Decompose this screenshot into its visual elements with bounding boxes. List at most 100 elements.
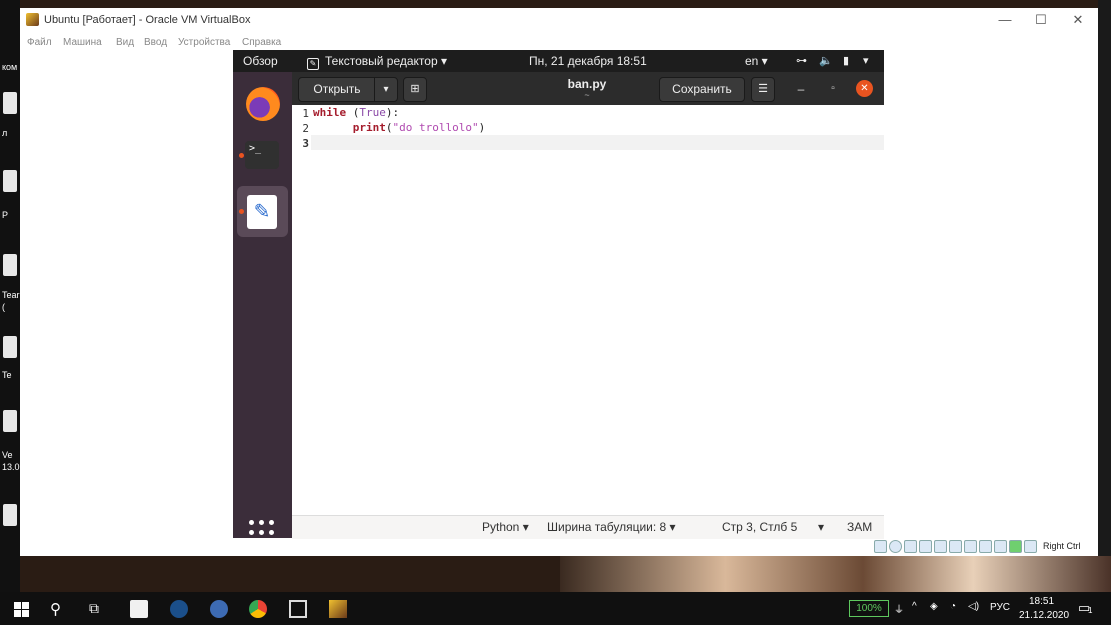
host-key-label: Right Ctrl <box>1043 541 1081 551</box>
search-icon[interactable]: ⚲ <box>50 600 68 618</box>
minimize-button[interactable]: – <box>791 79 811 99</box>
tray-date[interactable]: 21.12.2020 <box>1019 610 1069 621</box>
mouse-integration-icon[interactable] <box>1009 540 1022 553</box>
open-recent-dropdown[interactable]: ▾ <box>374 77 398 102</box>
menu-file[interactable]: Файл <box>27 37 52 48</box>
input-language[interactable]: РУС <box>990 602 1010 613</box>
vm-screen: Обзор ✎ Текстовый редактор ▾ Пн, 21 декаб… <box>233 50 884 545</box>
power-icon[interactable]: ⏚ <box>894 601 904 616</box>
current-line-highlight <box>311 135 884 150</box>
desktop-right-strip <box>1098 0 1111 592</box>
battery-icon[interactable]: ▮ <box>843 54 849 67</box>
display-icon[interactable] <box>964 540 977 553</box>
dock-item-terminal[interactable]: >_ <box>237 129 288 180</box>
notification-count: 1 <box>1088 606 1093 615</box>
usb-icon[interactable] <box>934 540 947 553</box>
video-capture-icon[interactable] <box>979 540 992 553</box>
minimize-button[interactable]: — <box>990 12 1020 28</box>
text-editor-icon: ✎ <box>247 195 277 229</box>
hard-disk-icon[interactable] <box>874 540 887 553</box>
vt-x-icon[interactable] <box>994 540 1007 553</box>
menu-input[interactable]: Ввод <box>144 37 167 48</box>
desktop-icon[interactable] <box>3 170 17 192</box>
editor-headerbar: Открыть ▾ ⊞ ban.py ~ Сохранить ☰ – ▫ ✕ <box>292 72 884 105</box>
audio-icon[interactable] <box>904 540 917 553</box>
battery-indicator[interactable]: 100% <box>849 600 889 617</box>
app-menu-label: Текстовый редактор ▾ <box>325 54 447 68</box>
volume-icon[interactable]: 🔈 <box>819 54 833 67</box>
dock-item-text-editor[interactable]: ✎ <box>237 186 288 237</box>
wifi-icon[interactable]: ◔ <box>950 601 956 612</box>
virtualbox-vm-icon[interactable] <box>329 600 347 618</box>
maximize-button[interactable]: ☐ <box>1026 12 1056 28</box>
open-button[interactable]: Открыть <box>298 77 376 102</box>
keyboard-icon[interactable] <box>1024 540 1037 553</box>
keyword: while <box>313 106 347 119</box>
clock[interactable]: Пн, 21 декабря 18:51 <box>529 54 647 68</box>
builtin-constant: True <box>359 106 386 119</box>
insert-mode-indicator[interactable]: ЗАМ <box>847 520 872 534</box>
windows-taskbar: ⚲ ⧉ 100% ⏚ ^ ◈ ◔ ◁) РУС 18:51 21.12.2020… <box>0 592 1111 625</box>
desktop-icon-label: ком <box>2 62 18 72</box>
close-button[interactable]: ✕ <box>1063 12 1093 28</box>
firefox-icon <box>246 87 280 121</box>
optical-drive-icon[interactable] <box>889 540 902 553</box>
vbox-titlebar[interactable]: Ubuntu [Работает] - Oracle VM VirtualBox… <box>20 8 1098 32</box>
save-button[interactable]: Сохранить <box>659 77 745 102</box>
desktop-wallpaper <box>560 556 1111 592</box>
desktop-icon[interactable] <box>3 504 17 526</box>
window-title: Ubuntu [Работает] - Oracle VM VirtualBox <box>44 14 251 26</box>
tab-width-selector[interactable]: Ширина табуляции: 8 ▾ <box>547 520 676 534</box>
app-icon[interactable] <box>210 600 228 618</box>
desktop-left-strip: ком л Р Tear ( Te Ve 13.0 <box>0 0 20 592</box>
desktop-icon[interactable] <box>3 92 17 114</box>
desktop-icon-label: Tear <box>2 290 20 300</box>
network-adapter-icon[interactable] <box>919 540 932 553</box>
desktop-icon[interactable] <box>3 336 17 358</box>
keyboard-layout-indicator[interactable]: en ▾ <box>745 54 768 68</box>
menu-view[interactable]: Вид <box>116 37 134 48</box>
system-menu-arrow[interactable]: ▾ <box>863 54 869 67</box>
desktop-icon-label: л <box>2 128 8 138</box>
chrome-icon[interactable] <box>249 600 267 618</box>
hamburger-menu-icon[interactable]: ☰ <box>751 77 775 102</box>
apps-grid-icon <box>249 520 254 525</box>
line-number: 2 <box>302 122 309 135</box>
shared-folders-icon[interactable] <box>949 540 962 553</box>
cursor-position[interactable]: Стр 3, Стлб 5 <box>722 520 797 534</box>
menu-devices[interactable]: Устройства <box>178 37 230 48</box>
menu-help[interactable]: Справка <box>242 37 281 48</box>
desktop-icon-label: 13.0 <box>2 462 20 472</box>
document-title: ban.py <box>567 77 607 91</box>
show-applications-button[interactable] <box>249 520 275 546</box>
running-indicator <box>239 153 244 158</box>
virtualbox-cube-icon[interactable] <box>289 600 307 618</box>
position-dropdown[interactable]: ▾ <box>818 520 824 534</box>
desktop-icon-label: Ve <box>2 450 13 460</box>
maximize-button[interactable]: ▫ <box>823 79 843 99</box>
new-tab-button[interactable]: ⊞ <box>403 77 427 102</box>
chevron-up-icon[interactable]: ^ <box>912 601 917 612</box>
document-path: ~ <box>584 90 590 100</box>
store-icon[interactable] <box>130 600 148 618</box>
close-button[interactable]: ✕ <box>856 80 873 97</box>
activities-button[interactable]: Обзор <box>243 54 278 68</box>
tray-time[interactable]: 18:51 <box>1029 596 1054 607</box>
line-number-gutter: 1 2 3 <box>292 105 311 515</box>
menu-machine[interactable]: Машина <box>63 37 102 48</box>
text-editor-window: Открыть ▾ ⊞ ban.py ~ Сохранить ☰ – ▫ ✕ 1… <box>292 72 884 539</box>
task-view-icon[interactable]: ⧉ <box>89 600 107 618</box>
network-icon[interactable]: ⊶ <box>796 54 807 67</box>
language-selector[interactable]: Python ▾ <box>482 520 529 534</box>
line-number: 1 <box>302 107 309 120</box>
line-number: 3 <box>302 137 309 150</box>
speaker-icon[interactable]: ◁) <box>968 601 979 612</box>
desktop-icon[interactable] <box>3 254 17 276</box>
windows-start-icon[interactable] <box>12 600 30 618</box>
desktop-icon[interactable] <box>3 410 17 432</box>
device-icon[interactable]: ◈ <box>930 601 938 612</box>
app-menu[interactable]: ✎ Текстовый редактор ▾ <box>307 54 447 70</box>
dock-item-firefox[interactable] <box>237 78 288 129</box>
steam-icon[interactable] <box>170 600 188 618</box>
code-editor[interactable]: while (True): print("do trollolo") <box>311 105 884 515</box>
